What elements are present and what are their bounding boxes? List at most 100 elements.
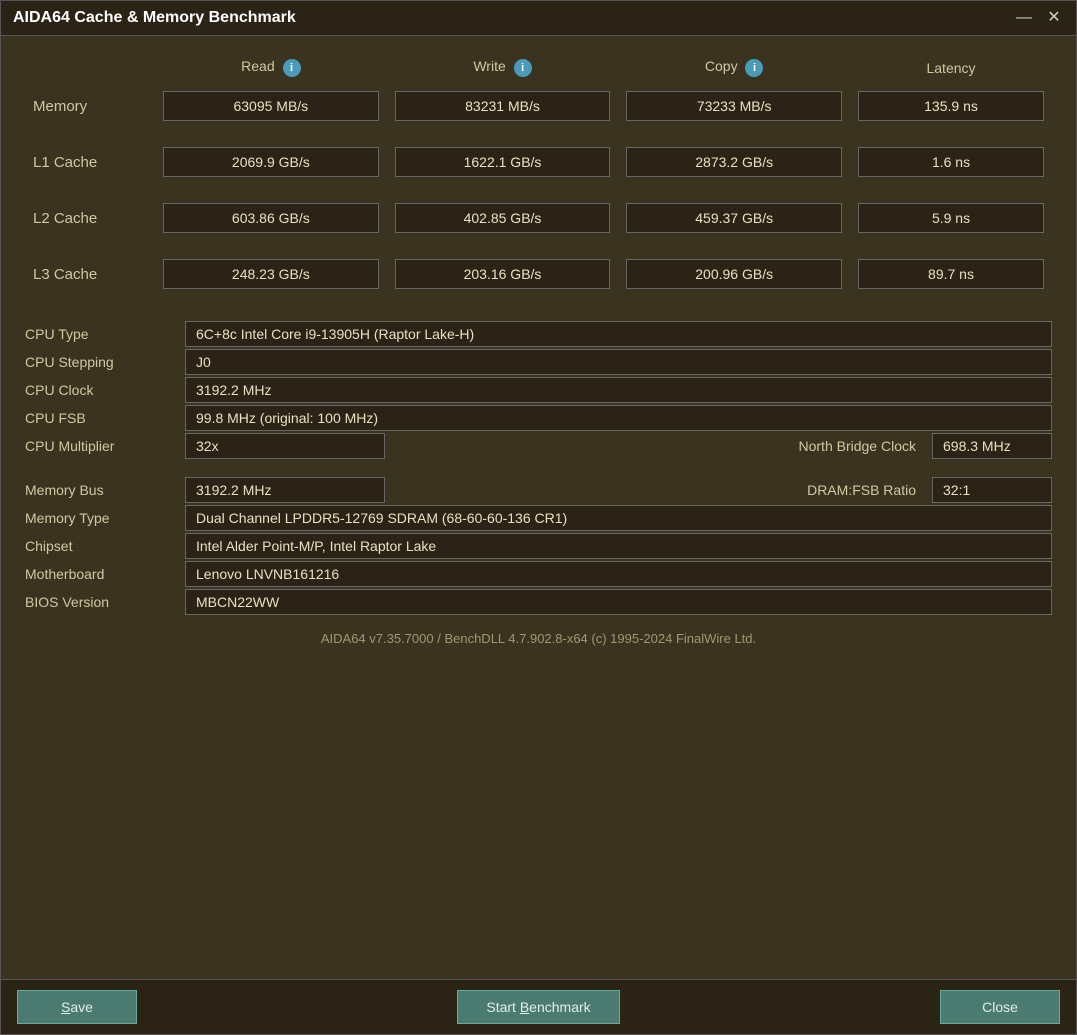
row-spacer [25, 183, 1052, 197]
memory-bus-row: Memory Bus 3192.2 MHz DRAM:FSB Ratio 32:… [25, 477, 1052, 503]
north-bridge-label: North Bridge Clock [791, 434, 925, 458]
memory-info-section: Memory Bus 3192.2 MHz DRAM:FSB Ratio 32:… [25, 477, 1052, 615]
column-headers: Read i Write i Copy i Latency [25, 52, 1052, 85]
copy-info-icon[interactable]: i [745, 59, 763, 77]
write-value-1: 1622.1 GB/s [387, 141, 619, 183]
latency-box-0: 135.9 ns [858, 91, 1044, 121]
minimize-button[interactable]: — [1014, 10, 1034, 26]
chipset-label: Chipset [25, 534, 185, 558]
chipset-value: Intel Alder Point-M/P, Intel Raptor Lake [185, 533, 1052, 559]
copy-box-2: 459.37 GB/s [626, 203, 842, 233]
dram-fsb-value: 32:1 [932, 477, 1052, 503]
copy-value-0: 73233 MB/s [618, 85, 850, 127]
read-box-3: 248.23 GB/s [163, 259, 379, 289]
copy-box-3: 200.96 GB/s [626, 259, 842, 289]
motherboard-value: Lenovo LNVNB161216 [185, 561, 1052, 587]
write-value-0: 83231 MB/s [387, 85, 619, 127]
window-controls: — ✕ [1014, 10, 1064, 26]
chipset-row: Chipset Intel Alder Point-M/P, Intel Rap… [25, 533, 1052, 559]
cpu-north-bridge-right: North Bridge Clock 698.3 MHz [791, 433, 1053, 459]
save-underline-letter: S [61, 999, 70, 1015]
gap2 [25, 467, 1052, 477]
write-header: Write i [387, 52, 619, 85]
read-value-0: 63095 MB/s [155, 85, 387, 127]
benchmark-table: Read i Write i Copy i Latency [25, 52, 1052, 295]
dram-fsb-right: DRAM:FSB Ratio 32:1 [799, 477, 1052, 503]
cpu-clock-label: CPU Clock [25, 378, 185, 402]
content-area: Read i Write i Copy i Latency [1, 36, 1076, 979]
read-box-2: 603.86 GB/s [163, 203, 379, 233]
latency-box-1: 1.6 ns [858, 147, 1044, 177]
footer-text: AIDA64 v7.35.7000 / BenchDLL 4.7.902.8-x… [25, 623, 1052, 658]
cpu-stepping-row: CPU Stepping J0 [25, 349, 1052, 375]
write-value-2: 402.85 GB/s [387, 197, 619, 239]
latency-value-3: 89.7 ns [850, 253, 1052, 295]
write-box-2: 402.85 GB/s [395, 203, 611, 233]
write-box-1: 1622.1 GB/s [395, 147, 611, 177]
cpu-multiplier-row: CPU Multiplier 32x North Bridge Clock 69… [25, 433, 1052, 459]
benchmark-row: L3 Cache248.23 GB/s203.16 GB/s200.96 GB/… [25, 253, 1052, 295]
read-header: Read i [155, 52, 387, 85]
north-bridge-value: 698.3 MHz [932, 433, 1052, 459]
bios-label: BIOS Version [25, 590, 185, 614]
save-button[interactable]: Save [17, 990, 137, 1024]
copy-value-2: 459.37 GB/s [618, 197, 850, 239]
read-value-2: 603.86 GB/s [155, 197, 387, 239]
latency-value-2: 5.9 ns [850, 197, 1052, 239]
write-value-3: 203.16 GB/s [387, 253, 619, 295]
copy-header: Copy i [618, 52, 850, 85]
benchmark-underline-letter: B [520, 999, 529, 1015]
benchmark-row: L1 Cache2069.9 GB/s1622.1 GB/s2873.2 GB/… [25, 141, 1052, 183]
row-spacer [25, 127, 1052, 141]
bios-row: BIOS Version MBCN22WW [25, 589, 1052, 615]
memory-type-label: Memory Type [25, 506, 185, 530]
dram-fsb-label: DRAM:FSB Ratio [799, 478, 924, 502]
write-box-3: 203.16 GB/s [395, 259, 611, 289]
window-title: AIDA64 Cache & Memory Benchmark [13, 9, 296, 27]
memory-bus-left: Memory Bus 3192.2 MHz [25, 477, 799, 503]
main-window: AIDA64 Cache & Memory Benchmark — ✕ Read… [0, 0, 1077, 1035]
start-benchmark-button[interactable]: Start Benchmark [457, 990, 619, 1024]
row-label-l2-cache: L2 Cache [25, 197, 155, 239]
cpu-fsb-label: CPU FSB [25, 406, 185, 430]
close-window-button[interactable]: ✕ [1044, 10, 1064, 26]
copy-value-1: 2873.2 GB/s [618, 141, 850, 183]
latency-header: Latency [850, 52, 1052, 85]
memory-type-value: Dual Channel LPDDR5-12769 SDRAM (68-60-6… [185, 505, 1052, 531]
cpu-fsb-row: CPU FSB 99.8 MHz (original: 100 MHz) [25, 405, 1052, 431]
read-box-1: 2069.9 GB/s [163, 147, 379, 177]
cpu-clock-row: CPU Clock 3192.2 MHz [25, 377, 1052, 403]
read-info-icon[interactable]: i [283, 59, 301, 77]
cpu-stepping-value: J0 [185, 349, 1052, 375]
memory-bus-label: Memory Bus [25, 478, 185, 502]
latency-box-2: 5.9 ns [858, 203, 1044, 233]
cpu-type-row: CPU Type 6C+8c Intel Core i9-13905H (Rap… [25, 321, 1052, 347]
read-box-0: 63095 MB/s [163, 91, 379, 121]
read-value-1: 2069.9 GB/s [155, 141, 387, 183]
benchmark-row: Memory 63095 MB/s 83231 MB/s 73233 MB/s 135.… [25, 85, 1052, 127]
title-bar: AIDA64 Cache & Memory Benchmark — ✕ [1, 1, 1076, 36]
latency-value-0: 135.9 ns [850, 85, 1052, 127]
copy-box-1: 2873.2 GB/s [626, 147, 842, 177]
benchmark-row: L2 Cache 603.86 GB/s 402.85 GB/s 459.37 GB/… [25, 197, 1052, 239]
motherboard-row: Motherboard Lenovo LNVNB161216 [25, 561, 1052, 587]
read-value-3: 248.23 GB/s [155, 253, 387, 295]
memory-bus-value: 3192.2 MHz [185, 477, 385, 503]
motherboard-label: Motherboard [25, 562, 185, 586]
cpu-type-label: CPU Type [25, 322, 185, 346]
latency-box-3: 89.7 ns [858, 259, 1044, 289]
cpu-multiplier-value: 32x [185, 433, 385, 459]
row-label-memory: Memory [25, 85, 155, 127]
cpu-info-section: CPU Type 6C+8c Intel Core i9-13905H (Rap… [25, 321, 1052, 459]
write-box-0: 83231 MB/s [395, 91, 611, 121]
row-spacer [25, 239, 1052, 253]
cpu-clock-value: 3192.2 MHz [185, 377, 1052, 403]
cpu-multiplier-label: CPU Multiplier [25, 434, 185, 458]
write-info-icon[interactable]: i [514, 59, 532, 77]
bios-value: MBCN22WW [185, 589, 1052, 615]
copy-box-0: 73233 MB/s [626, 91, 842, 121]
close-button[interactable]: Close [940, 990, 1060, 1024]
cpu-multiplier-left: CPU Multiplier 32x [25, 433, 791, 459]
cpu-type-value: 6C+8c Intel Core i9-13905H (Raptor Lake-… [185, 321, 1052, 347]
cpu-fsb-value: 99.8 MHz (original: 100 MHz) [185, 405, 1052, 431]
